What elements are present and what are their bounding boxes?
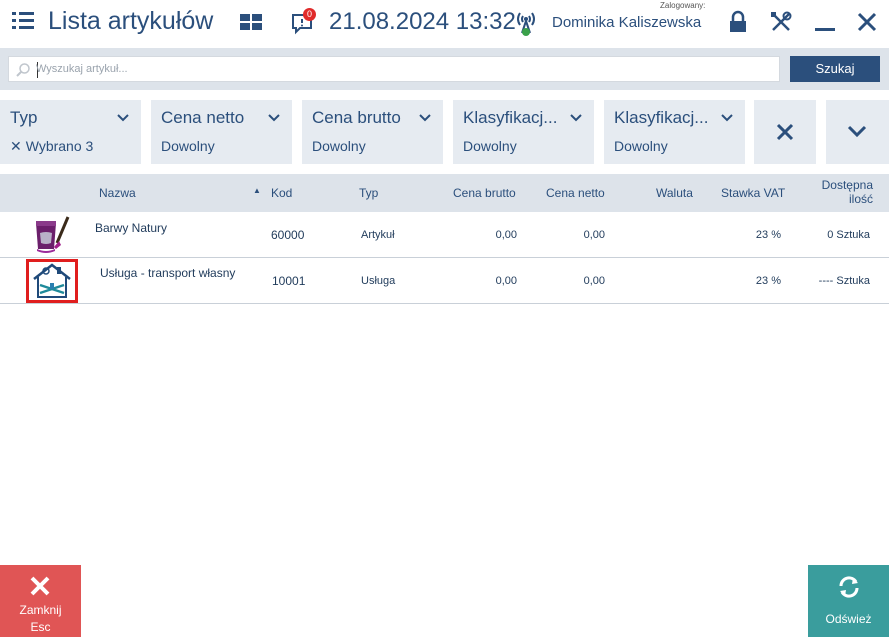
search-bar: Wyszukaj artykuł... Szukaj bbox=[0, 48, 889, 90]
table-header: Nazwa ▲ Kod Typ Cena brutto Cena netto W… bbox=[0, 174, 889, 212]
chevron-down-icon bbox=[419, 114, 431, 122]
filter-type-title: Typ bbox=[10, 108, 38, 127]
close-window-icon[interactable] bbox=[855, 10, 879, 34]
close-icon bbox=[30, 576, 50, 596]
filter-classification-2-title: Klasyfikacj... bbox=[614, 108, 709, 127]
filter-net-price-value: Dowolny bbox=[161, 138, 215, 154]
chevron-down-icon bbox=[117, 114, 129, 122]
expand-filters-button[interactable] bbox=[826, 100, 889, 164]
row-name: Usługa - transport własny bbox=[100, 266, 236, 280]
row-vat: 23 % bbox=[755, 229, 781, 241]
tools-icon[interactable] bbox=[769, 10, 793, 34]
column-code[interactable]: Kod bbox=[271, 186, 292, 200]
filter-classification-2[interactable]: Klasyfikacj... Dowolny bbox=[604, 100, 745, 164]
minimize-icon[interactable] bbox=[813, 10, 837, 34]
row-type: Artykuł bbox=[361, 229, 395, 241]
column-available[interactable]: Dostępna ilość bbox=[822, 178, 873, 206]
row-available: 0 Sztuka bbox=[827, 229, 870, 241]
column-available-line2: ilość bbox=[848, 192, 873, 206]
column-name[interactable]: Nazwa bbox=[99, 186, 136, 200]
notifications-badge: 0 bbox=[303, 8, 316, 21]
filter-net-price[interactable]: Cena netto Dowolny bbox=[151, 100, 292, 164]
search-icon bbox=[16, 63, 30, 77]
table-row[interactable]: Usługa - transport własny 10001 Usługa 0… bbox=[0, 258, 889, 304]
search-placeholder: Wyszukaj artykuł... bbox=[36, 63, 128, 75]
refresh-button-label: Odśwież bbox=[825, 612, 872, 626]
datetime: 21.08.2024 13:32 bbox=[329, 8, 516, 35]
clear-icon bbox=[776, 123, 794, 141]
logged-in-label: Zalogowany: bbox=[660, 1, 706, 10]
lock-icon[interactable] bbox=[726, 10, 750, 34]
row-gross-price: 0,00 bbox=[495, 229, 517, 241]
chevron-down-icon bbox=[721, 114, 733, 122]
filter-gross-price-title: Cena brutto bbox=[312, 108, 401, 127]
tiles-icon[interactable] bbox=[240, 14, 262, 30]
row-code: 60000 bbox=[271, 228, 305, 242]
paint-bucket-icon bbox=[26, 213, 78, 257]
filter-net-price-title: Cena netto bbox=[161, 108, 245, 127]
filter-gross-price[interactable]: Cena brutto Dowolny bbox=[302, 100, 443, 164]
filter-classification-1-value: Dowolny bbox=[463, 138, 517, 154]
row-available: ---- Sztuka bbox=[818, 275, 870, 287]
column-vat[interactable]: Stawka VAT bbox=[721, 186, 785, 200]
header-bar: Lista artykułów 0 21.08.2024 13:32 Zalog… bbox=[0, 0, 893, 46]
row-vat: 23 % bbox=[755, 275, 781, 287]
chevron-down-icon bbox=[570, 114, 582, 122]
close-button[interactable]: Zamknij Esc bbox=[0, 565, 81, 637]
row-gross-price: 0,00 bbox=[495, 275, 517, 287]
clear-filter-icon[interactable]: ✕ bbox=[10, 138, 22, 154]
filter-type-value: ✕ Wybrano 3 bbox=[10, 138, 93, 155]
page-title: Lista artykułów bbox=[48, 7, 214, 35]
filter-type[interactable]: Typ ✕ Wybrano 3 bbox=[0, 100, 141, 164]
row-code: 10001 bbox=[272, 274, 306, 288]
sort-ascending-icon[interactable]: ▲ bbox=[253, 186, 261, 195]
filter-gross-price-value: Dowolny bbox=[312, 138, 366, 154]
filters-bar: Typ ✕ Wybrano 3 Cena netto Dowolny Cena b… bbox=[0, 100, 893, 164]
row-name: Barwy Natury bbox=[95, 221, 168, 235]
column-net-price[interactable]: Cena netto bbox=[546, 186, 605, 200]
row-net-price: 0,00 bbox=[583, 275, 605, 287]
filter-classification-1[interactable]: Klasyfikacj... Dowolny bbox=[453, 100, 594, 164]
search-button[interactable]: Szukaj bbox=[790, 56, 880, 82]
chevron-down-icon bbox=[268, 114, 280, 122]
column-type[interactable]: Typ bbox=[359, 186, 378, 200]
row-type: Usługa bbox=[361, 275, 396, 287]
filter-classification-2-value: Dowolny bbox=[614, 138, 668, 154]
refresh-button[interactable]: Odśwież bbox=[808, 565, 889, 637]
table-row[interactable]: Barwy Natury 60000 Artykuł 0,00 0,00 23 … bbox=[0, 212, 889, 258]
chevron-down-icon bbox=[847, 125, 867, 138]
column-currency[interactable]: Waluta bbox=[656, 186, 693, 200]
search-input[interactable]: Wyszukaj artykuł... bbox=[8, 56, 780, 82]
close-button-shortcut: Esc bbox=[30, 620, 51, 634]
column-gross-price[interactable]: Cena brutto bbox=[453, 186, 516, 200]
user-name: Dominika Kaliszewska bbox=[552, 14, 702, 31]
filter-type-value-text: Wybrano 3 bbox=[25, 138, 94, 154]
house-service-icon bbox=[26, 259, 78, 303]
close-button-label: Zamknij bbox=[19, 603, 62, 617]
row-net-price: 0,00 bbox=[583, 229, 605, 241]
filter-classification-1-title: Klasyfikacj... bbox=[463, 108, 558, 127]
refresh-icon bbox=[839, 576, 859, 598]
menu-icon[interactable] bbox=[12, 11, 34, 31]
column-available-line1: Dostępna bbox=[821, 178, 873, 192]
connection-status-icon bbox=[517, 12, 535, 36]
clear-filters-button[interactable] bbox=[754, 100, 816, 164]
